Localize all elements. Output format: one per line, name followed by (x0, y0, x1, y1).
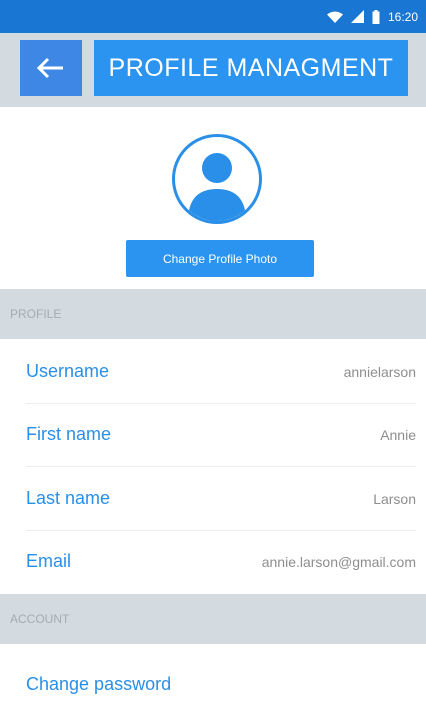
wifi-icon (326, 11, 343, 23)
profile-row-email[interactable]: Email annie.larson@gmail.com (0, 530, 426, 593)
first-name-value: Annie (380, 426, 416, 443)
battery-icon (372, 9, 380, 24)
avatar[interactable] (172, 134, 262, 224)
username-value: annielarson (343, 363, 416, 380)
profile-management-screen: 16:20 PROFILE MANAGMENT Change Profile P… (0, 0, 426, 706)
header: PROFILE MANAGMENT (0, 33, 426, 107)
user-avatar-icon (175, 137, 259, 221)
arrow-left-icon (37, 57, 65, 79)
last-name-label: Last name (26, 488, 111, 508)
status-bar: 16:20 (0, 0, 426, 33)
username-label: Username (26, 361, 110, 381)
profile-row-last-name[interactable]: Last name Larson (0, 467, 426, 530)
account-row-change-password[interactable]: Change password (0, 653, 426, 706)
profile-row-username[interactable]: Username annielarson (0, 340, 426, 403)
first-name-label: First name (26, 424, 112, 444)
page-title: PROFILE MANAGMENT (94, 40, 408, 96)
section-header-account: ACCOUNT (0, 594, 426, 644)
section-header-profile: PROFILE (0, 289, 426, 339)
status-time: 16:20 (387, 9, 418, 24)
back-button[interactable] (20, 40, 82, 96)
email-value: annie.larson@gmail.com (261, 553, 416, 570)
last-name-value: Larson (373, 490, 416, 507)
profile-row-first-name[interactable]: First name Annie (0, 403, 426, 466)
email-label: Email (26, 551, 72, 571)
change-password-label: Change password (26, 674, 172, 694)
change-profile-photo-button[interactable]: Change Profile Photo (126, 240, 314, 277)
signal-icon (350, 10, 364, 23)
